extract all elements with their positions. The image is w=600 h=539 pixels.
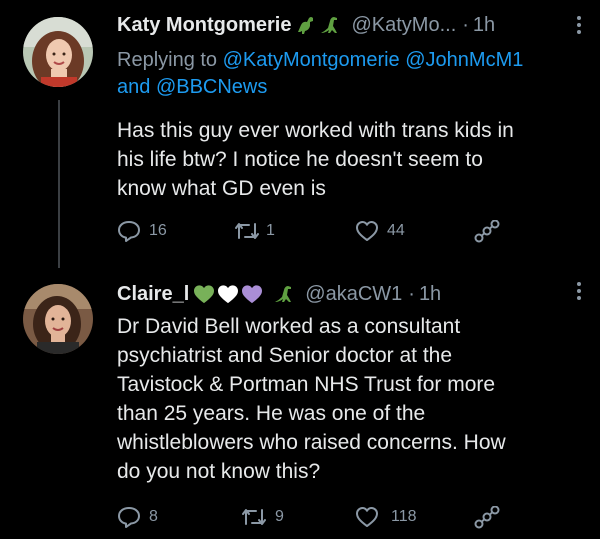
avatar-claire-image bbox=[23, 284, 93, 354]
avatar[interactable] bbox=[23, 284, 93, 354]
reply-button[interactable]: 16 bbox=[117, 220, 167, 242]
dinosaur-icon bbox=[273, 283, 295, 305]
heart-icon bbox=[356, 507, 378, 527]
like-count: 118 bbox=[391, 508, 417, 525]
mention-link[interactable]: @BBCNews bbox=[156, 76, 267, 98]
tweet-text-line: Dr David Bell worked as a consultant bbox=[117, 315, 461, 338]
green-heart-icon bbox=[193, 284, 215, 304]
replying-to-label: Replying to bbox=[117, 49, 218, 71]
more-options-icon[interactable] bbox=[576, 14, 582, 40]
retweet-icon bbox=[242, 509, 266, 525]
reply-count: 16 bbox=[149, 222, 167, 239]
retweet-icon bbox=[235, 223, 259, 239]
tweet-text-line: psychiatrist and Senior doctor at the bbox=[117, 344, 453, 367]
tweet-text-line: whistleblowers who raised concerns. How bbox=[117, 431, 506, 454]
retweet-button[interactable]: 1 bbox=[234, 220, 275, 242]
tweet-actions: 16 1 44 bbox=[117, 218, 537, 248]
avatar[interactable] bbox=[23, 17, 93, 87]
share-button[interactable] bbox=[474, 220, 500, 244]
retweet-button[interactable]: 9 bbox=[241, 506, 284, 528]
share-icon bbox=[474, 506, 500, 529]
replying-to: Replying to @KatyMontgomerie @JohnMcM1 a… bbox=[117, 47, 587, 101]
tweet-header: Katy Montgomerie @KatyMo... · 1h bbox=[117, 10, 495, 40]
heart-icon bbox=[356, 221, 378, 241]
avatar-katy-image bbox=[23, 17, 93, 87]
tweet-text-line: Tavistock & Portman NHS Trust for more bbox=[117, 373, 496, 396]
retweet-count: 1 bbox=[266, 222, 275, 239]
timestamp[interactable]: 1h bbox=[419, 283, 441, 306]
user-handle[interactable]: @akaCW1 bbox=[305, 283, 402, 306]
tweet-text-line: than 25 years. He was one of the bbox=[117, 402, 426, 425]
tweet-claire[interactable]: Claire_l @akaCW1 · 1h Dr David Bell work… bbox=[0, 268, 600, 539]
dinosaur-icon bbox=[319, 14, 341, 36]
like-button[interactable]: 118 bbox=[355, 506, 417, 528]
separator-dot: · bbox=[462, 13, 469, 36]
tweet-text-line: do you not know this? bbox=[117, 460, 321, 483]
like-count: 44 bbox=[387, 222, 405, 239]
mention-link[interactable]: @KatyMontgomerie bbox=[223, 49, 400, 71]
like-button[interactable]: 44 bbox=[355, 220, 405, 242]
timestamp[interactable]: 1h bbox=[473, 14, 495, 37]
reply-icon bbox=[118, 507, 140, 528]
mention-link[interactable]: @JohnMcM1 bbox=[405, 49, 523, 71]
tweet-text-line: Has this guy ever worked with trans kids… bbox=[117, 119, 514, 142]
display-name[interactable]: Katy Montgomerie bbox=[117, 14, 291, 37]
tweet-text: Has this guy ever worked with trans kids… bbox=[117, 116, 587, 203]
more-options-icon[interactable] bbox=[576, 280, 582, 306]
display-name[interactable]: Claire_l bbox=[117, 283, 189, 306]
tweet-text-line: his life btw? I notice he doesn't seem t… bbox=[117, 148, 483, 171]
tweet-text: Dr David Bell worked as a consultant psy… bbox=[117, 312, 587, 486]
purple-heart-icon bbox=[241, 284, 263, 304]
reply-icon bbox=[118, 221, 140, 242]
tweet-text-line: know what GD even is bbox=[117, 177, 326, 200]
separator-dot: · bbox=[408, 282, 415, 305]
retweet-count: 9 bbox=[275, 508, 284, 525]
share-icon bbox=[474, 220, 500, 243]
tweet-header: Claire_l @akaCW1 · 1h bbox=[117, 279, 441, 309]
tweet-actions: 8 9 118 bbox=[117, 504, 537, 534]
user-handle[interactable]: @KatyMo... bbox=[351, 14, 456, 37]
dinosaur-icon bbox=[295, 14, 317, 36]
tweet-katy[interactable]: Katy Montgomerie @KatyMo... · 1h Replyin… bbox=[0, 0, 600, 268]
share-button[interactable] bbox=[474, 506, 500, 530]
reply-count: 8 bbox=[149, 508, 158, 525]
reply-button[interactable]: 8 bbox=[117, 506, 158, 528]
replying-and: and bbox=[117, 76, 151, 98]
white-heart-icon bbox=[217, 284, 239, 304]
